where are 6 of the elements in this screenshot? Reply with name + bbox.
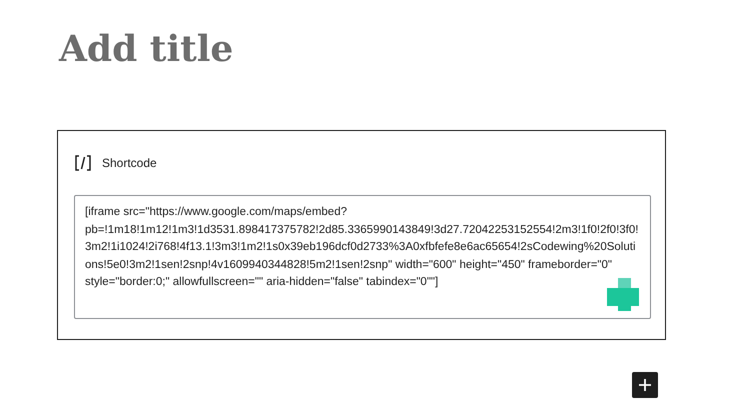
title-field[interactable]: Add title [59,24,234,74]
shortcode-input[interactable]: [iframe src="https://www.google.com/maps/embed?pb=!1m18!1m12!1m3!1d3531.898417375782!2d85.3365990143849!3d27.72042253152554!2m3!1f0!2f0!3f0!3m2!1i1024!2i768!4f13.1!3m3!1m2!1s0x39eb196dcf0d2733%3A0xfbfefe8e6ac65654!2sCodewing%20Solutions!5e0!3m2!1sen!2snp!4v1609940344828!5m2!1sen!2snp" width="600" height="450" frameborder="0" style="border:0;" allowfullscreen="" aria-hidden="false" tabindex="0""] [74,195,651,319]
shortcode-icon [74,154,92,172]
block-label: Shortcode [102,155,157,172]
plus-icon [638,378,652,392]
add-block-button[interactable] [632,372,658,398]
